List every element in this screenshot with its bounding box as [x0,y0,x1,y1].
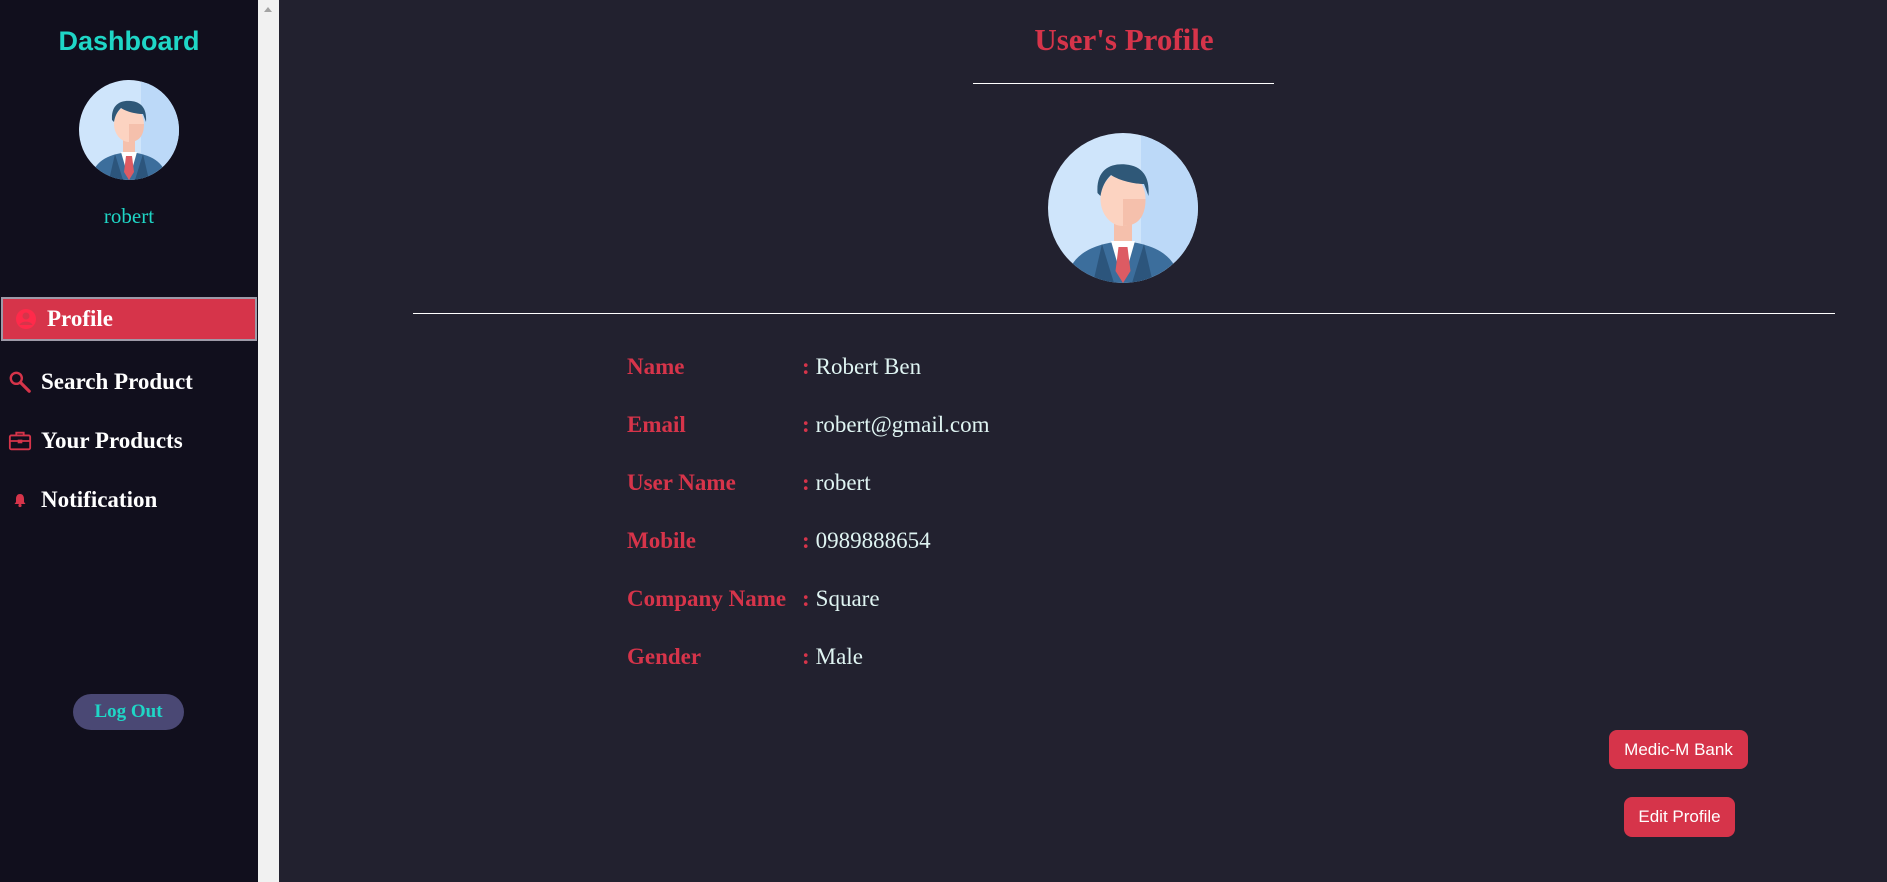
medic-bank-button[interactable]: Medic-M Bank [1609,730,1748,769]
field-value: robert [815,470,871,495]
field-label: User Name [627,470,736,495]
sidebar-item-label: Search Product [41,369,193,394]
user-icon [14,307,38,331]
edit-profile-button[interactable]: Edit Profile [1624,797,1735,837]
field-label: Mobile [627,528,696,553]
sidebar-username: robert [103,204,155,228]
sidebar-item-profile[interactable]: Profile [1,297,257,341]
field-label: Gender [627,644,702,669]
profile-avatar [1048,133,1198,283]
sidebar-item-notification[interactable]: Notification [0,478,258,522]
profile-row-mobile: Mobile : 0989888654 [627,526,931,556]
profile-row-gender: Gender : Male [627,642,863,672]
field-colon: : [802,586,810,611]
profile-row-name: Name : Robert Ben [627,352,921,382]
bell-icon [8,488,32,512]
sidebar-item-your-products[interactable]: Your Products [0,419,258,463]
sidebar: Dashboard robert Profile Search Product … [0,0,258,882]
field-value: Square [815,586,880,611]
profile-row-username: User Name : robert [627,468,871,498]
title-divider [973,83,1274,84]
profile-row-company: Company Name : Square [627,584,880,614]
profile-row-email: Email : robert@gmail.com [627,410,990,440]
field-colon: : [802,528,810,553]
page-title: User's Profile [1034,22,1214,57]
field-label: Email [627,412,686,437]
sidebar-item-label: Profile [47,306,113,331]
field-label: Name [627,354,685,379]
field-value: robert@gmail.com [815,412,990,437]
field-label: Company Name [627,586,787,611]
field-value: Male [815,644,863,669]
main-content: User's Profile Name : Robert Ben Email :… [279,0,1887,882]
sidebar-item-label: Your Products [41,428,183,453]
field-colon: : [802,470,810,495]
sidebar-item-label: Notification [41,487,158,512]
sidebar-item-search-product[interactable]: Search Product [0,360,258,404]
field-colon: : [802,354,810,379]
scrollbar[interactable] [258,0,279,882]
dashboard-title: Dashboard [58,26,200,56]
field-colon: : [802,644,810,669]
logout-button[interactable]: Log Out [73,694,184,730]
field-value: Robert Ben [815,354,922,379]
search-icon [8,370,32,394]
section-divider [413,313,1835,314]
scroll-up-icon[interactable] [264,7,272,12]
sidebar-avatar [79,80,179,180]
field-value: 0989888654 [815,528,931,553]
field-colon: : [802,412,810,437]
briefcase-icon [8,429,32,453]
